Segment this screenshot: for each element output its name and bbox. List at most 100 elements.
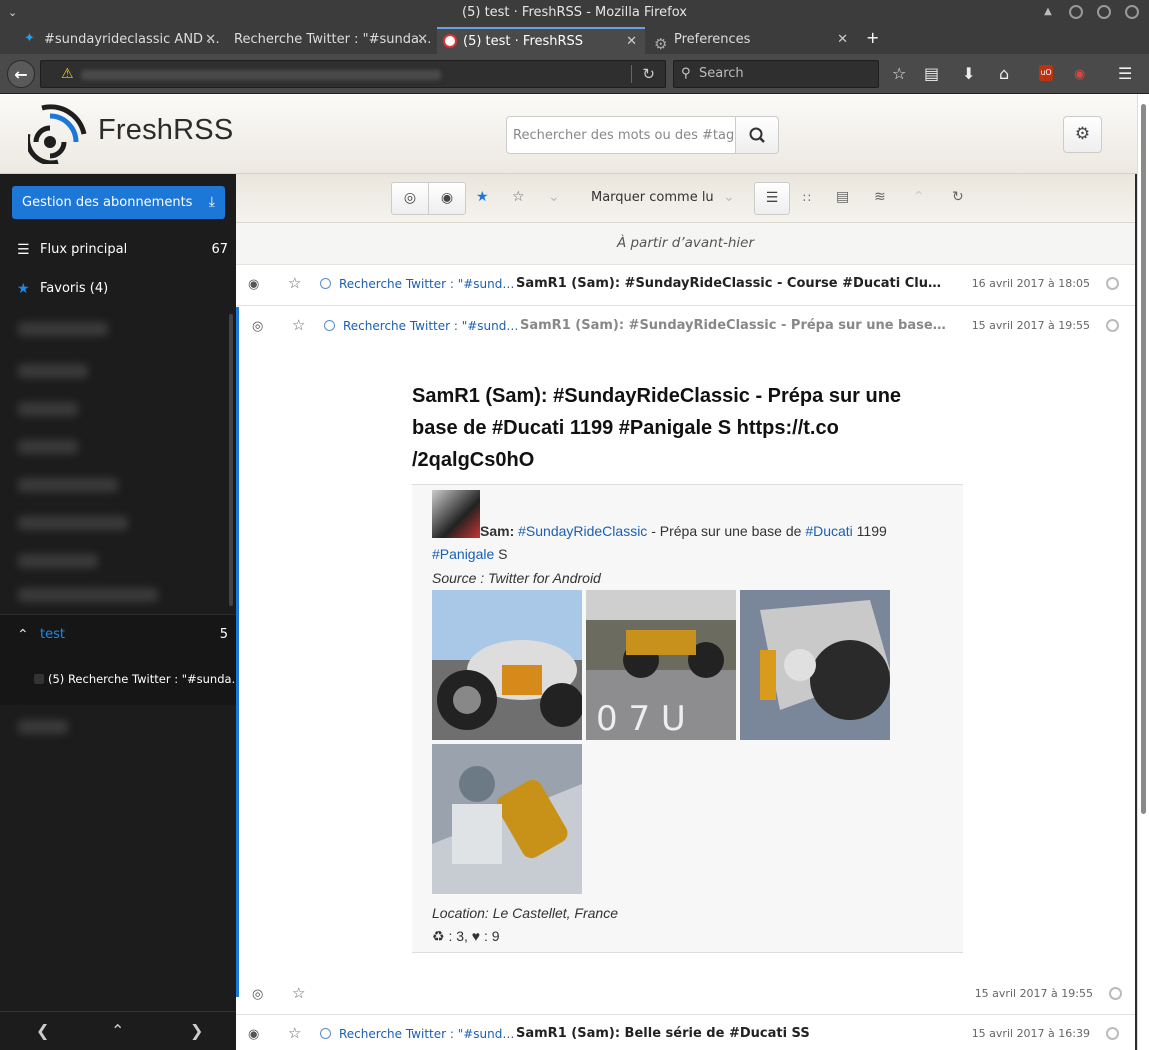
- search-button[interactable]: [735, 116, 779, 154]
- chevron-down-icon[interactable]: ⌄: [548, 189, 560, 205]
- mark-unread-icon[interactable]: ◎: [252, 319, 263, 334]
- hidden-category[interactable]: [18, 322, 108, 336]
- search-input[interactable]: [506, 116, 736, 154]
- show-not-favorites-icon[interactable]: ☆: [512, 189, 525, 205]
- new-tab-button[interactable]: +: [866, 28, 879, 47]
- tweet-source: Source : Twitter for Android: [432, 570, 601, 586]
- hidden-category[interactable]: [18, 516, 128, 530]
- hashtag-link[interactable]: #Ducati: [805, 523, 852, 539]
- go-to-top-button[interactable]: ⌃: [111, 1021, 124, 1040]
- mark-as-read-button[interactable]: Marquer comme lu: [591, 190, 714, 205]
- download-icon[interactable]: ⬇: [962, 64, 975, 83]
- reload-icon[interactable]: ↻: [642, 65, 655, 83]
- sidebar-category-test[interactable]: ⌃ test 5: [0, 614, 236, 654]
- ublock-icon[interactable]: uO: [1039, 65, 1053, 81]
- refresh-icon[interactable]: ↻: [952, 189, 964, 205]
- previous-article-button[interactable]: ❮: [36, 1021, 49, 1040]
- favorite-star-icon[interactable]: ☆: [292, 316, 305, 334]
- share-icon[interactable]: [1106, 277, 1119, 290]
- scrollbar-thumb[interactable]: [1141, 104, 1146, 814]
- tweet-photo[interactable]: [432, 744, 582, 894]
- home-icon[interactable]: ⌂: [999, 64, 1009, 83]
- article-feed-name[interactable]: Recherche Twitter : "#sundayr...: [343, 319, 519, 333]
- maximize-button[interactable]: [1097, 5, 1111, 19]
- close-tab-icon[interactable]: ✕: [837, 27, 848, 53]
- close-tab-icon[interactable]: ✕: [417, 27, 428, 53]
- sidebar-item-main-feed[interactable]: ☰ Flux principal 67: [0, 231, 236, 269]
- article-content: SamR1 (Sam): #SundayRideClassic - Prépa …: [236, 347, 1135, 1002]
- show-unread-button[interactable]: ◎: [391, 182, 429, 215]
- mark-unread-icon[interactable]: ◎: [252, 987, 263, 1002]
- chevron-up-icon[interactable]: ⌃: [17, 615, 29, 655]
- hidden-category[interactable]: [18, 478, 118, 492]
- hashtag-link[interactable]: #Panigale: [432, 546, 494, 562]
- freshrss-logo[interactable]: [28, 104, 88, 164]
- eye-icon: ◉: [440, 190, 454, 206]
- reader-view-icon[interactable]: ▤: [836, 189, 849, 205]
- article-feed-name[interactable]: Recherche Twitter : "#sundayr...: [339, 277, 515, 291]
- favorite-star-icon[interactable]: ☆: [288, 274, 301, 292]
- tweet-photo[interactable]: [740, 590, 890, 740]
- avatar[interactable]: [432, 490, 480, 538]
- sidebar-item-favorites[interactable]: ★ Favoris (4): [0, 270, 236, 308]
- tab-twitter-search[interactable]: Recherche Twitter : "#sunda... ✕: [226, 27, 436, 54]
- share-icon[interactable]: [1109, 987, 1122, 1000]
- show-read-button[interactable]: ◉: [428, 182, 466, 215]
- close-tab-icon[interactable]: ✕: [205, 27, 216, 53]
- hidden-category[interactable]: [18, 588, 158, 602]
- favorite-star-icon[interactable]: ☆: [288, 1024, 301, 1042]
- back-button[interactable]: ←: [7, 60, 35, 88]
- hidden-category[interactable]: [18, 554, 98, 568]
- hamburger-menu-icon[interactable]: ☰: [1118, 64, 1132, 83]
- window-shade-icon[interactable]: ▲: [1041, 5, 1055, 19]
- hidden-category[interactable]: [18, 720, 68, 734]
- article-title[interactable]: SamR1 (Sam): #SundayRideClassic - Prépa …: [520, 318, 950, 333]
- mark-read-icon[interactable]: ◉: [248, 1027, 259, 1042]
- share-icon[interactable]: [1106, 1027, 1119, 1040]
- sidebar-item-label: Favoris (4): [40, 281, 109, 296]
- sidebar-scrollbar[interactable]: [229, 314, 233, 606]
- extension-icon[interactable]: ◉: [1074, 67, 1085, 82]
- sidebar-feed-item[interactable]: (5) Recherche Twitter : "#sunda...: [0, 654, 236, 705]
- rss-icon[interactable]: ≋: [874, 189, 886, 205]
- tab-freshrss[interactable]: (5) test · FreshRSS ✕: [437, 27, 645, 54]
- browser-search-placeholder: Search: [699, 66, 744, 81]
- article-header[interactable]: ◉ ☆ Recherche Twitter : "#sundayr... Sam…: [236, 1014, 1135, 1050]
- hidden-category[interactable]: [18, 402, 78, 416]
- close-window-button[interactable]: [1125, 5, 1139, 19]
- show-favorites-icon[interactable]: ★: [476, 189, 489, 205]
- url-bar[interactable]: ⚠ ↻: [40, 60, 666, 88]
- article-feed-name[interactable]: Recherche Twitter : "#sundayr...: [339, 1027, 515, 1041]
- close-tab-icon[interactable]: ✕: [626, 29, 637, 54]
- manage-subscriptions-button[interactable]: Gestion des abonnements ⤓: [12, 186, 225, 219]
- favorite-star-icon[interactable]: ☆: [292, 984, 305, 1002]
- logo-text[interactable]: FreshRSS: [98, 114, 233, 147]
- grid-view-icon[interactable]: ∷: [803, 191, 811, 205]
- article-content-title[interactable]: SamR1 (Sam): #SundayRideClassic - Prépa …: [412, 380, 932, 476]
- tweet-photo[interactable]: [432, 590, 582, 740]
- hidden-category[interactable]: [18, 440, 78, 454]
- hidden-category[interactable]: [18, 364, 88, 378]
- minimize-button[interactable]: [1069, 5, 1083, 19]
- window-menu-icon[interactable]: ⌄: [8, 0, 17, 25]
- tab-preferences[interactable]: ⚙ Preferences ✕: [648, 27, 856, 54]
- article-header[interactable]: ◉ ☆ Recherche Twitter : "#sundayr... Sam…: [236, 265, 1135, 306]
- tweet-photo[interactable]: 0 7 U: [586, 590, 736, 740]
- article-header-current[interactable]: ◎ ☆ Recherche Twitter : "#sundayr... Sam…: [236, 307, 1135, 348]
- browser-search-input[interactable]: ⚲ Search: [673, 60, 879, 88]
- article-title[interactable]: SamR1 (Sam): #SundayRideClassic - Course…: [516, 276, 946, 291]
- bookmark-star-icon[interactable]: ☆: [892, 64, 906, 83]
- article-title[interactable]: SamR1 (Sam): Belle série de #Ducati SS: [516, 1026, 946, 1041]
- settings-button[interactable]: ⚙: [1063, 116, 1102, 153]
- page-scrollbar[interactable]: [1137, 94, 1149, 1050]
- normal-view-button[interactable]: ☰: [754, 182, 790, 215]
- tab-twitter[interactable]: ✦ #sundayrideclassic AND ... ✕: [18, 27, 224, 54]
- warning-icon[interactable]: ⚠: [61, 66, 74, 82]
- mark-read-icon[interactable]: ◉: [248, 277, 259, 292]
- chevron-up-icon[interactable]: ⌃: [913, 189, 925, 205]
- chevron-down-icon[interactable]: ⌄: [723, 189, 735, 205]
- next-article-button[interactable]: ❯: [190, 1021, 203, 1040]
- share-icon[interactable]: [1106, 319, 1119, 332]
- hashtag-link[interactable]: #SundayRideClassic: [518, 523, 647, 539]
- reading-list-icon[interactable]: ▤: [924, 64, 939, 83]
